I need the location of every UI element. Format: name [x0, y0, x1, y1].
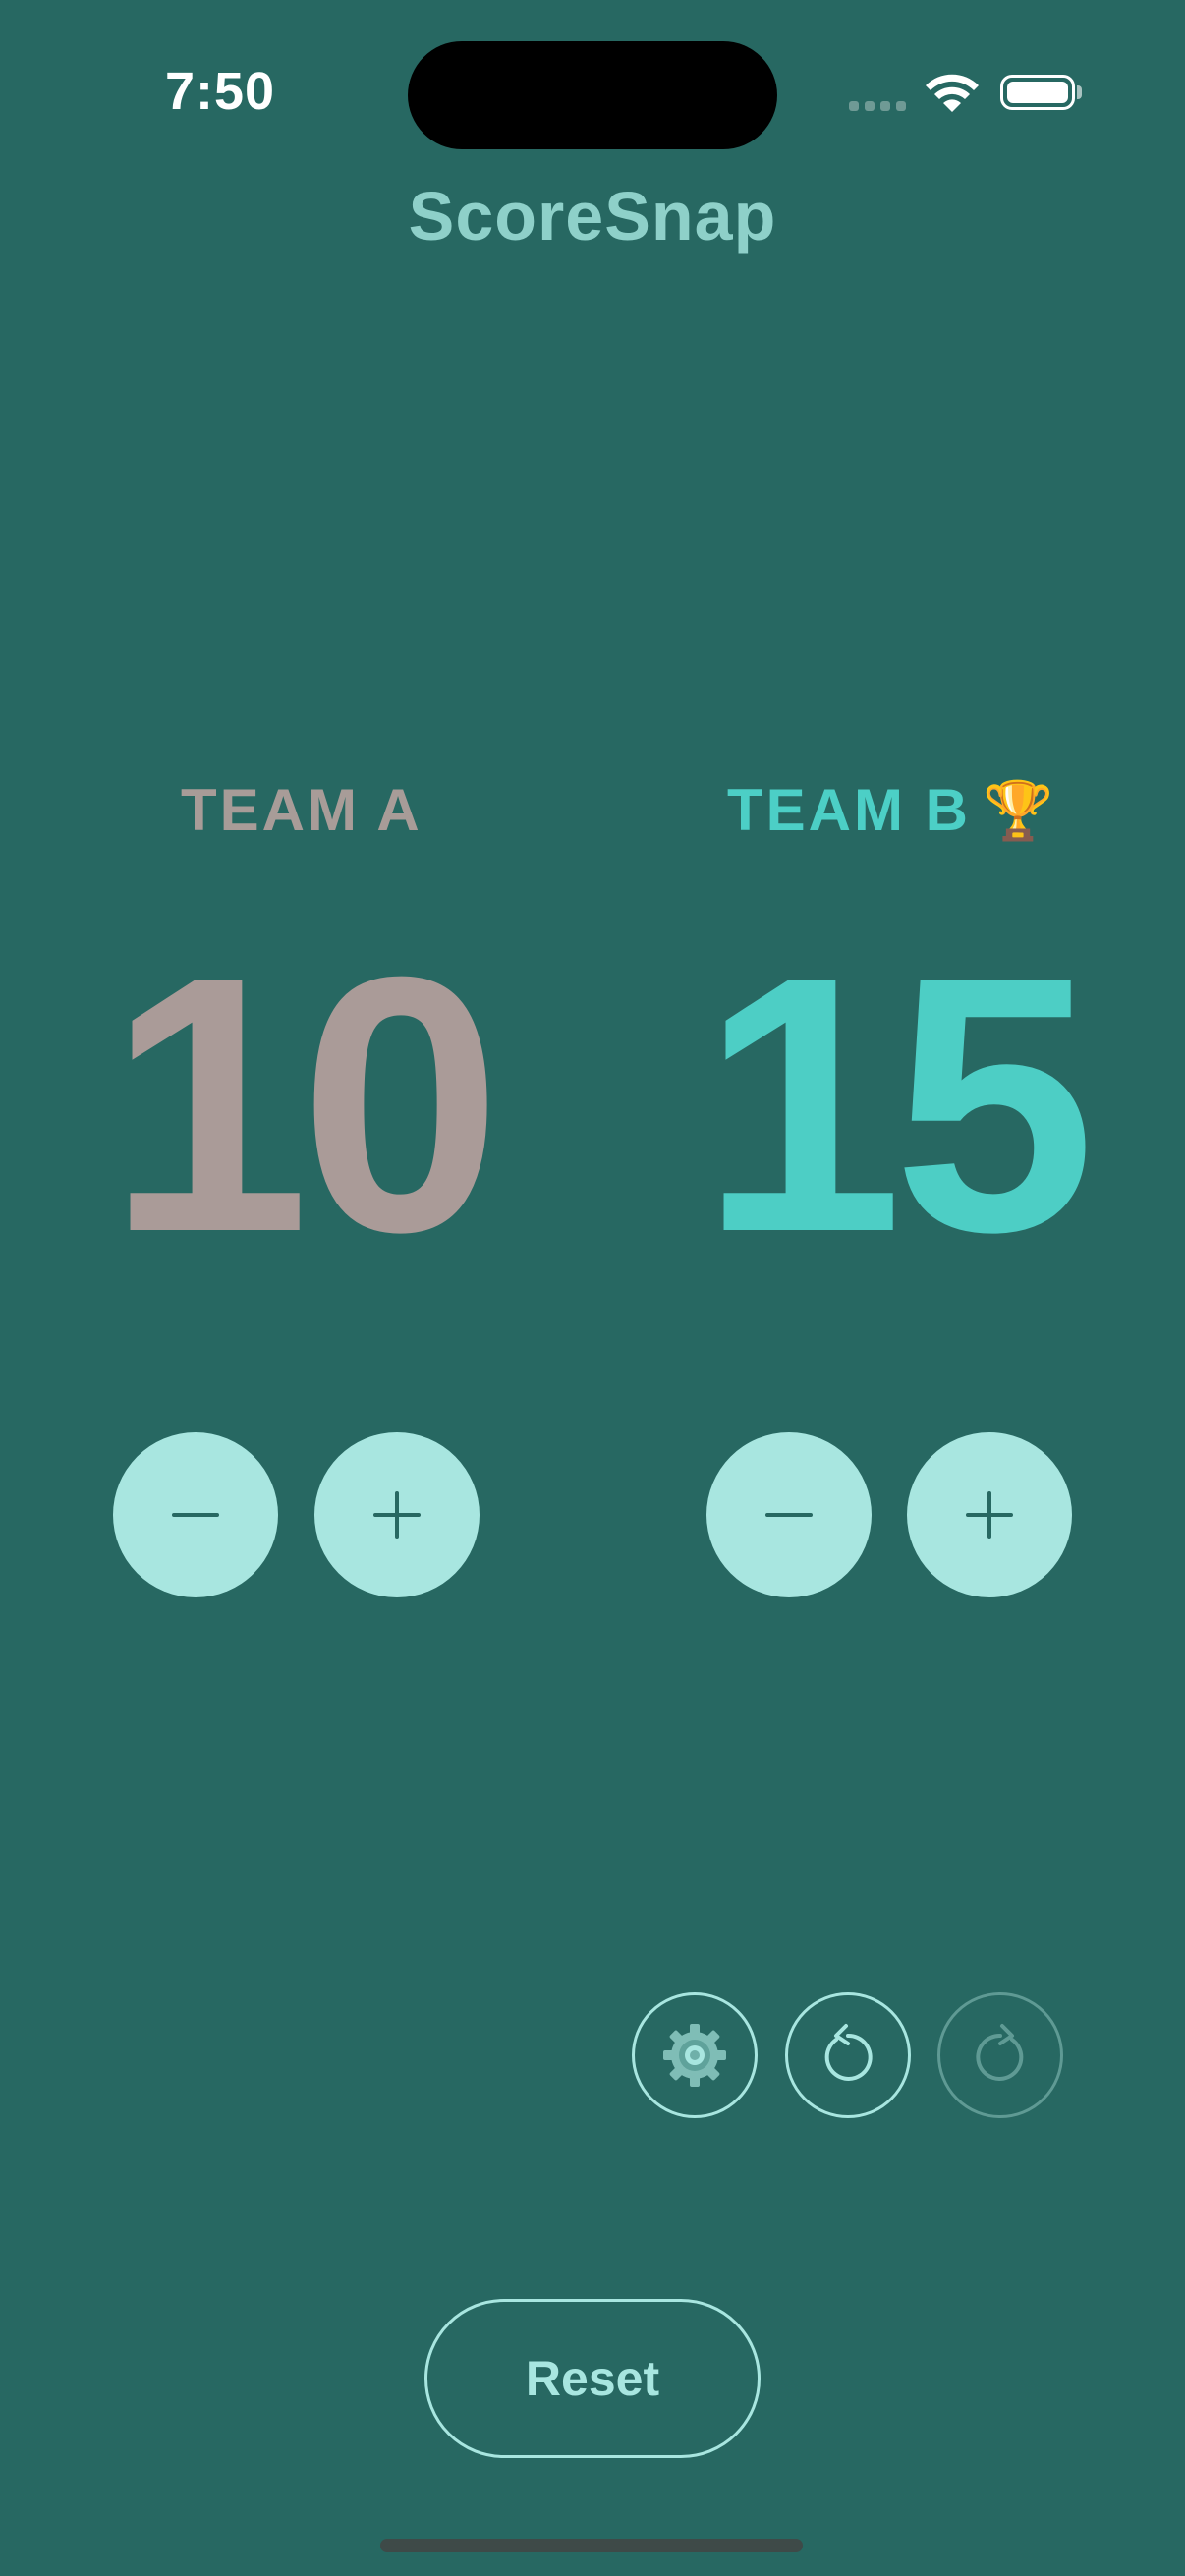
minus-icon: [765, 1513, 813, 1517]
status-time: 7:50: [165, 62, 276, 121]
team-b-name: TEAM B: [727, 777, 971, 843]
home-indicator[interactable]: [380, 2539, 803, 2552]
team-a-name: TEAM A: [181, 777, 423, 843]
dynamic-island: [408, 41, 777, 149]
app-title: ScoreSnap: [408, 178, 777, 254]
team-b-increment-button[interactable]: [907, 1432, 1072, 1597]
cellular-signal-icon: [849, 101, 906, 111]
trophy-icon: 🏆: [982, 779, 1057, 843]
minus-icon: [172, 1513, 219, 1517]
team-a-label: TEAM A: [181, 776, 423, 844]
team-b-label: TEAM B 🏆: [727, 776, 1056, 845]
undo-icon: [824, 2024, 873, 2081]
team-a-decrement-button[interactable]: [113, 1432, 278, 1597]
undo-button[interactable]: [785, 1992, 911, 2118]
team-b-score: 15: [701, 902, 1096, 1308]
team-a-increment-button[interactable]: [314, 1432, 480, 1597]
settings-button[interactable]: [632, 1992, 758, 2118]
wifi-icon: [926, 74, 979, 112]
plus-icon: [966, 1491, 1013, 1539]
battery-tip: [1077, 85, 1082, 99]
gear-icon: [663, 2024, 726, 2087]
team-a-score: 10: [107, 902, 502, 1308]
redo-button[interactable]: [937, 1992, 1063, 2118]
redo-icon: [976, 2024, 1024, 2081]
team-b-decrement-button[interactable]: [706, 1432, 872, 1597]
plus-icon: [373, 1491, 421, 1539]
reset-button[interactable]: Reset: [424, 2299, 761, 2458]
battery-icon: [1000, 75, 1075, 110]
